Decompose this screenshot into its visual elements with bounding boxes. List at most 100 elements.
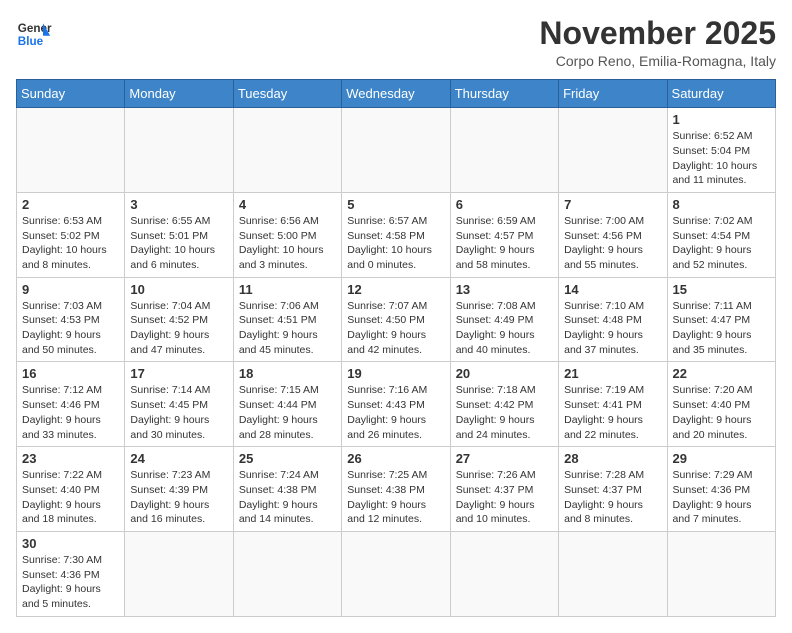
calendar-cell	[342, 531, 450, 616]
day-number: 11	[239, 282, 336, 297]
day-info: Sunrise: 6:53 AM Sunset: 5:02 PM Dayligh…	[22, 214, 119, 273]
day-info: Sunrise: 7:20 AM Sunset: 4:40 PM Dayligh…	[673, 383, 770, 442]
day-number: 3	[130, 197, 227, 212]
day-info: Sunrise: 6:56 AM Sunset: 5:00 PM Dayligh…	[239, 214, 336, 273]
day-number: 23	[22, 451, 119, 466]
day-info: Sunrise: 7:30 AM Sunset: 4:36 PM Dayligh…	[22, 553, 119, 612]
calendar-cell: 16Sunrise: 7:12 AM Sunset: 4:46 PM Dayli…	[17, 362, 125, 447]
day-number: 14	[564, 282, 661, 297]
day-number: 19	[347, 366, 444, 381]
day-number: 4	[239, 197, 336, 212]
calendar-cell	[450, 108, 558, 193]
calendar-week-3: 16Sunrise: 7:12 AM Sunset: 4:46 PM Dayli…	[17, 362, 776, 447]
day-number: 27	[456, 451, 553, 466]
calendar-cell: 4 Sunrise: 6:56 AM Sunset: 5:00 PM Daylig…	[233, 192, 341, 277]
day-info: Sunrise: 7:28 AM Sunset: 4:37 PM Dayligh…	[564, 468, 661, 527]
calendar-cell: 30 Sunrise: 7:30 AM Sunset: 4:36 PM Dayli…	[17, 531, 125, 616]
calendar-cell: 11 Sunrise: 7:06 AM Sunset: 4:51 PM Dayli…	[233, 277, 341, 362]
day-info: Sunrise: 7:18 AM Sunset: 4:42 PM Dayligh…	[456, 383, 553, 442]
page-header: General Blue November 2025 Corpo Reno, E…	[16, 16, 776, 69]
calendar-header-row: SundayMondayTuesdayWednesdayThursdayFrid…	[17, 80, 776, 108]
day-number: 28	[564, 451, 661, 466]
day-info: Sunrise: 7:00 AM Sunset: 4:56 PM Dayligh…	[564, 214, 661, 273]
month-title: November 2025	[539, 16, 776, 51]
day-number: 9	[22, 282, 119, 297]
col-header-saturday: Saturday	[667, 80, 775, 108]
calendar-cell	[17, 108, 125, 193]
day-info: Sunrise: 7:04 AM Sunset: 4:52 PM Dayligh…	[130, 299, 227, 358]
day-number: 2	[22, 197, 119, 212]
day-number: 6	[456, 197, 553, 212]
calendar-cell: 6 Sunrise: 6:59 AM Sunset: 4:57 PM Daylig…	[450, 192, 558, 277]
calendar-cell: 12 Sunrise: 7:07 AM Sunset: 4:50 PM Dayli…	[342, 277, 450, 362]
day-info: Sunrise: 7:07 AM Sunset: 4:50 PM Dayligh…	[347, 299, 444, 358]
calendar-cell: 15 Sunrise: 7:11 AM Sunset: 4:47 PM Dayli…	[667, 277, 775, 362]
calendar-week-4: 23Sunrise: 7:22 AM Sunset: 4:40 PM Dayli…	[17, 447, 776, 532]
calendar-cell: 7 Sunrise: 7:00 AM Sunset: 4:56 PM Daylig…	[559, 192, 667, 277]
calendar-cell: 3Sunrise: 6:55 AM Sunset: 5:01 PM Daylig…	[125, 192, 233, 277]
calendar-week-1: 2 Sunrise: 6:53 AM Sunset: 5:02 PM Daylig…	[17, 192, 776, 277]
day-info: Sunrise: 6:59 AM Sunset: 4:57 PM Dayligh…	[456, 214, 553, 273]
day-number: 20	[456, 366, 553, 381]
day-info: Sunrise: 7:08 AM Sunset: 4:49 PM Dayligh…	[456, 299, 553, 358]
day-info: Sunrise: 7:06 AM Sunset: 4:51 PM Dayligh…	[239, 299, 336, 358]
day-info: Sunrise: 7:23 AM Sunset: 4:39 PM Dayligh…	[130, 468, 227, 527]
calendar-cell: 13 Sunrise: 7:08 AM Sunset: 4:49 PM Dayli…	[450, 277, 558, 362]
col-header-friday: Friday	[559, 80, 667, 108]
day-info: Sunrise: 6:52 AM Sunset: 5:04 PM Dayligh…	[673, 129, 770, 188]
day-info: Sunrise: 7:29 AM Sunset: 4:36 PM Dayligh…	[673, 468, 770, 527]
day-number: 21	[564, 366, 661, 381]
calendar-cell: 25Sunrise: 7:24 AM Sunset: 4:38 PM Dayli…	[233, 447, 341, 532]
calendar-cell	[559, 531, 667, 616]
location-subtitle: Corpo Reno, Emilia-Romagna, Italy	[539, 53, 776, 69]
day-info: Sunrise: 7:03 AM Sunset: 4:53 PM Dayligh…	[22, 299, 119, 358]
calendar-cell: 1Sunrise: 6:52 AM Sunset: 5:04 PM Daylig…	[667, 108, 775, 193]
col-header-sunday: Sunday	[17, 80, 125, 108]
day-info: Sunrise: 7:02 AM Sunset: 4:54 PM Dayligh…	[673, 214, 770, 273]
svg-text:Blue: Blue	[18, 35, 44, 48]
day-info: Sunrise: 7:12 AM Sunset: 4:46 PM Dayligh…	[22, 383, 119, 442]
col-header-thursday: Thursday	[450, 80, 558, 108]
col-header-tuesday: Tuesday	[233, 80, 341, 108]
calendar-cell	[233, 108, 341, 193]
logo: General Blue	[16, 16, 52, 52]
calendar-cell: 29 Sunrise: 7:29 AM Sunset: 4:36 PM Dayli…	[667, 447, 775, 532]
calendar-cell	[125, 531, 233, 616]
calendar-cell: 20 Sunrise: 7:18 AM Sunset: 4:42 PM Dayli…	[450, 362, 558, 447]
calendar-cell	[342, 108, 450, 193]
day-info: Sunrise: 7:19 AM Sunset: 4:41 PM Dayligh…	[564, 383, 661, 442]
day-info: Sunrise: 7:11 AM Sunset: 4:47 PM Dayligh…	[673, 299, 770, 358]
title-area: November 2025 Corpo Reno, Emilia-Romagna…	[539, 16, 776, 69]
day-number: 12	[347, 282, 444, 297]
calendar-cell	[450, 531, 558, 616]
day-number: 29	[673, 451, 770, 466]
day-number: 13	[456, 282, 553, 297]
day-info: Sunrise: 7:26 AM Sunset: 4:37 PM Dayligh…	[456, 468, 553, 527]
day-number: 5	[347, 197, 444, 212]
day-info: Sunrise: 7:10 AM Sunset: 4:48 PM Dayligh…	[564, 299, 661, 358]
calendar-cell: 23Sunrise: 7:22 AM Sunset: 4:40 PM Dayli…	[17, 447, 125, 532]
calendar-cell: 28 Sunrise: 7:28 AM Sunset: 4:37 PM Dayli…	[559, 447, 667, 532]
day-info: Sunrise: 6:57 AM Sunset: 4:58 PM Dayligh…	[347, 214, 444, 273]
day-number: 24	[130, 451, 227, 466]
day-info: Sunrise: 7:14 AM Sunset: 4:45 PM Dayligh…	[130, 383, 227, 442]
day-number: 30	[22, 536, 119, 551]
logo-icon: General Blue	[16, 16, 52, 52]
calendar-cell: 9 Sunrise: 7:03 AM Sunset: 4:53 PM Daylig…	[17, 277, 125, 362]
calendar-cell: 27 Sunrise: 7:26 AM Sunset: 4:37 PM Dayli…	[450, 447, 558, 532]
calendar-cell	[233, 531, 341, 616]
day-number: 7	[564, 197, 661, 212]
calendar-cell: 19Sunrise: 7:16 AM Sunset: 4:43 PM Dayli…	[342, 362, 450, 447]
calendar-cell: 22Sunrise: 7:20 AM Sunset: 4:40 PM Dayli…	[667, 362, 775, 447]
calendar-cell: 10Sunrise: 7:04 AM Sunset: 4:52 PM Dayli…	[125, 277, 233, 362]
calendar-cell: 5 Sunrise: 6:57 AM Sunset: 4:58 PM Daylig…	[342, 192, 450, 277]
calendar-cell: 26Sunrise: 7:25 AM Sunset: 4:38 PM Dayli…	[342, 447, 450, 532]
day-number: 15	[673, 282, 770, 297]
calendar-cell: 18Sunrise: 7:15 AM Sunset: 4:44 PM Dayli…	[233, 362, 341, 447]
calendar-cell	[559, 108, 667, 193]
calendar-cell: 17Sunrise: 7:14 AM Sunset: 4:45 PM Dayli…	[125, 362, 233, 447]
day-number: 26	[347, 451, 444, 466]
calendar-week-0: 1Sunrise: 6:52 AM Sunset: 5:04 PM Daylig…	[17, 108, 776, 193]
calendar-cell: 2 Sunrise: 6:53 AM Sunset: 5:02 PM Daylig…	[17, 192, 125, 277]
calendar-cell: 14 Sunrise: 7:10 AM Sunset: 4:48 PM Dayli…	[559, 277, 667, 362]
